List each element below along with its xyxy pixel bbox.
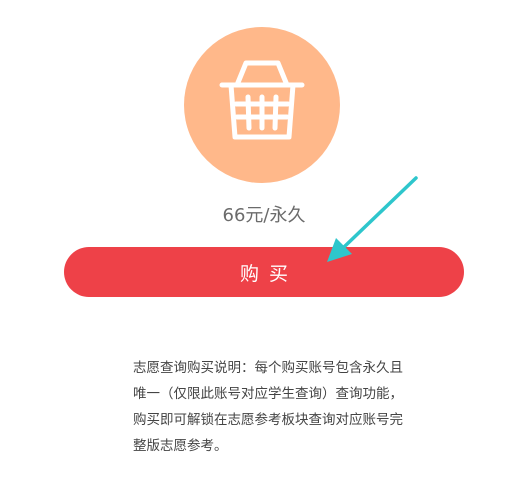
product-icon-circle <box>184 27 340 183</box>
buy-button-label: 购买 <box>239 262 298 285</box>
purchase-description: 志愿查询购买说明：每个购买账号包含永久且唯一（仅限此账号对应学生查询）查询功能，… <box>133 360 403 454</box>
shopping-basket-icon <box>219 60 305 140</box>
arrow-pointer-icon <box>327 176 418 262</box>
price-label: 66元/永久 <box>222 205 306 226</box>
